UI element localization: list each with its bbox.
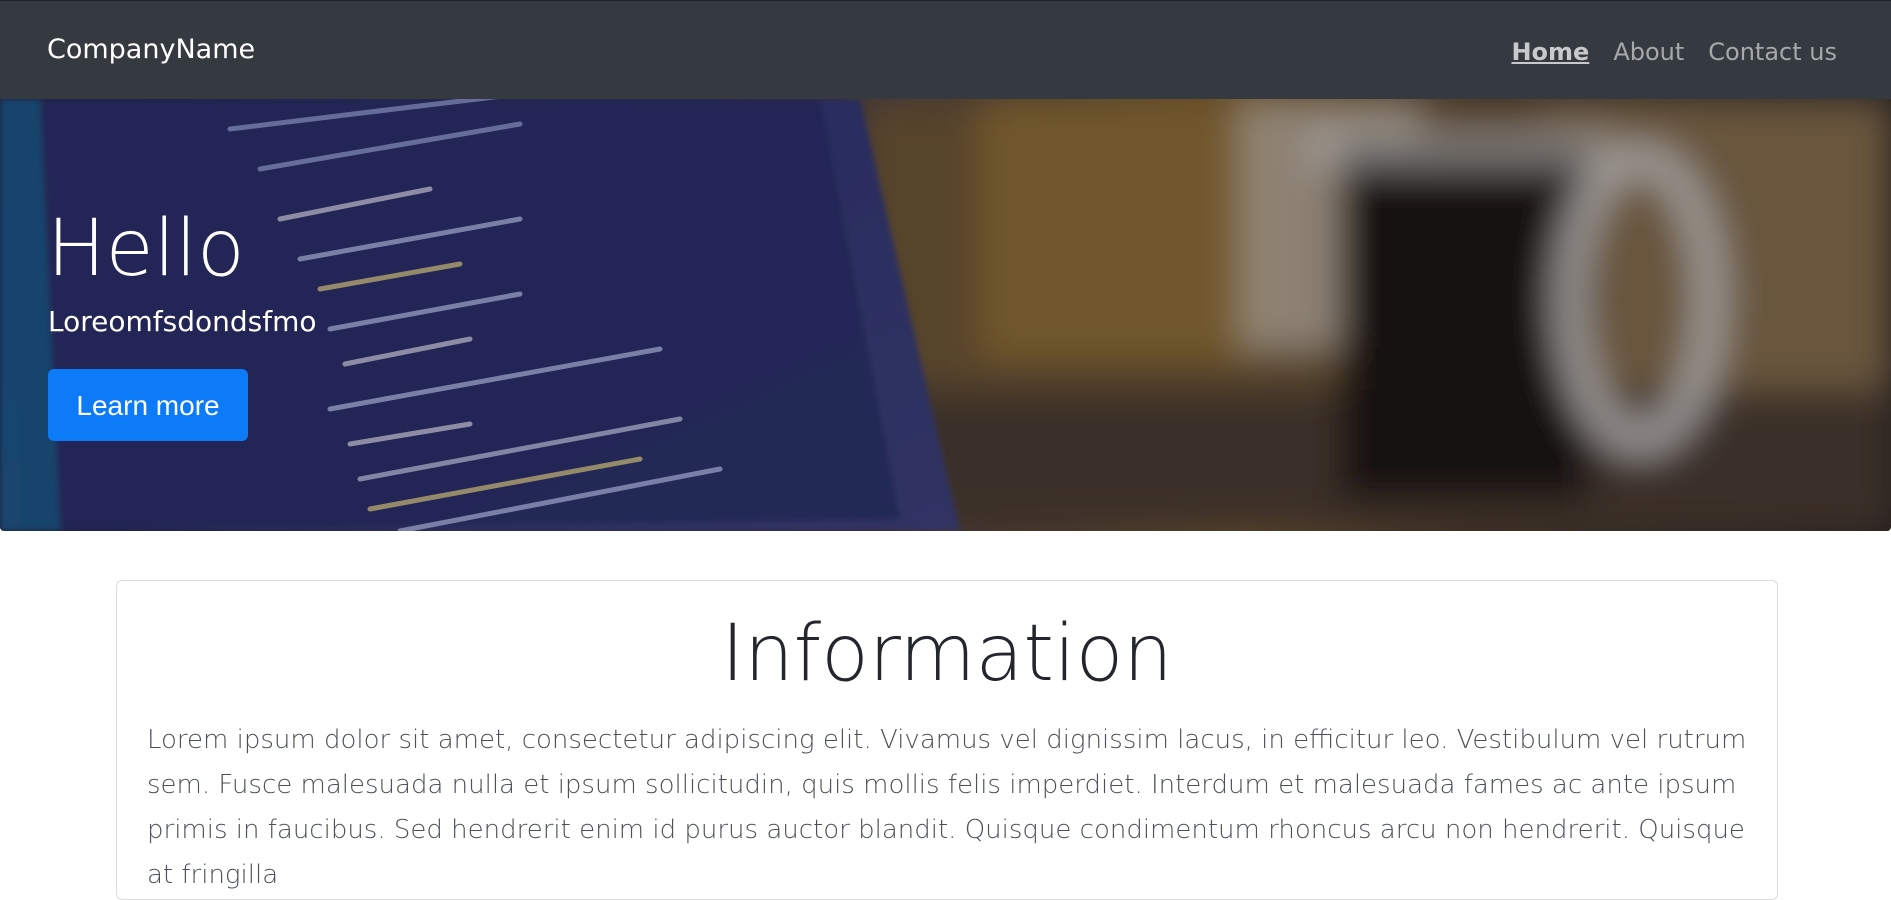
information-title: Information (721, 609, 1173, 699)
hero-title: Hello (47, 204, 245, 294)
information-card: Information Lorem ipsum dolor sit amet, … (116, 580, 1778, 900)
nav-link-contact[interactable]: Contact us (1708, 35, 1837, 69)
learn-more-button[interactable]: Learn more (48, 369, 248, 441)
top-navbar: CompanyName Home About Contact us (0, 0, 1891, 99)
information-text: Lorem ipsum dolor sit amet, consectetur … (147, 725, 1747, 890)
hero-banner: Hello Loreomfsdondsfmo Learn more (0, 99, 1891, 531)
hero-subtitle: Loreomfsdondsfmo (48, 305, 317, 338)
nav-link-home[interactable]: Home (1511, 35, 1589, 69)
main-nav: Home About Contact us (1511, 35, 1837, 69)
brand-logo-link[interactable]: CompanyName (47, 33, 255, 67)
nav-link-about[interactable]: About (1613, 35, 1684, 69)
